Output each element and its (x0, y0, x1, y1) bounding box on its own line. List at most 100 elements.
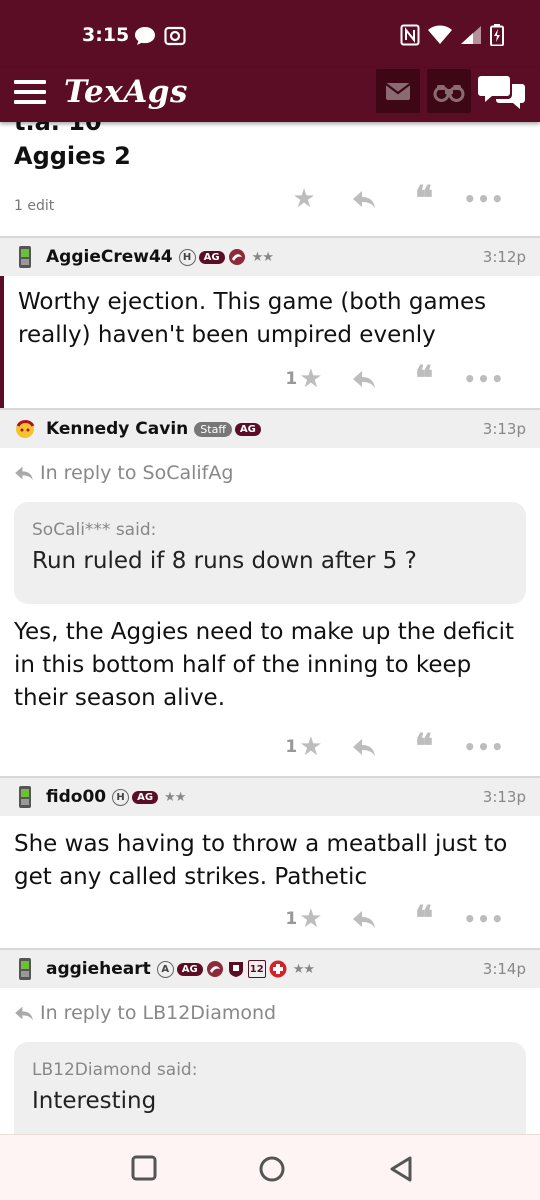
quote-button[interactable]: ❝ (394, 359, 454, 399)
star-icon: ★ (299, 904, 323, 934)
reply-icon (353, 739, 375, 756)
helmet-avatar-icon (16, 420, 35, 438)
status-time: 3:15 (82, 24, 130, 46)
signal-icon (461, 26, 481, 44)
more-icon: ••• (463, 907, 505, 931)
post: aggieheart A AG 12 ★★ 3:14p In reply to … (0, 948, 540, 1134)
username[interactable]: Kennedy Cavin (46, 419, 188, 439)
nfc-icon (400, 24, 420, 46)
quote-block[interactable]: SoCali*** said: Run ruled if 8 runs down… (14, 502, 526, 604)
rating-stars: ★★ (164, 789, 186, 805)
quote-block[interactable]: LB12Diamond said: Interesting (14, 1042, 526, 1134)
like-button[interactable]: 1 ★ (274, 904, 334, 934)
quote-author: LB12Diamond said: (32, 1060, 198, 1080)
medical-cross-badge-icon (269, 960, 287, 978)
ag-badge: AG (234, 422, 261, 436)
username[interactable]: AggieCrew44 (46, 247, 173, 267)
mail-button[interactable] (376, 69, 420, 113)
texags-logo[interactable]: TexAgs (64, 74, 188, 110)
post-text: t.a. 10 (14, 122, 102, 136)
quote-author: SoCali*** said: (32, 520, 157, 540)
h-badge: H (178, 248, 196, 266)
more-icon: ••• (463, 735, 505, 759)
post: AggieCrew44 H AG ★★ 3:12p Worthy ejectio… (0, 236, 540, 408)
rating-stars: ★★ (292, 961, 315, 977)
a-badge: A (156, 960, 174, 978)
phone-avatar-icon (19, 246, 31, 268)
reply-to-text: In reply to LB12Diamond (40, 1002, 277, 1024)
reply-icon (15, 1006, 33, 1021)
more-button[interactable]: ••• (454, 904, 514, 934)
reply-icon (353, 371, 375, 388)
reply-button[interactable] (334, 364, 394, 394)
like-count: 1 (285, 737, 298, 757)
phone-avatar-icon (19, 786, 31, 808)
h-badge: H (112, 788, 130, 806)
post-header: fido00 H AG ★★ 3:13p (0, 778, 540, 816)
post-text: She was having to throw a meatball just … (14, 831, 508, 890)
status-bar: 3:15 (0, 0, 540, 68)
edit-count[interactable]: 1 edit (14, 198, 54, 214)
post-time: 3:13p (482, 420, 526, 438)
like-button[interactable]: ★ (274, 184, 334, 214)
post-actions: ★ ❝ ••• (274, 179, 514, 219)
username[interactable]: aggieheart (46, 959, 151, 979)
rating-stars: ★★ (251, 249, 274, 265)
post: Kennedy Cavin Staff AG 3:13p In reply to… (0, 408, 540, 776)
username[interactable]: fido00 (46, 787, 106, 807)
star-icon: ★ (292, 184, 316, 214)
more-button[interactable]: ••• (454, 732, 514, 762)
post-actions: 1 ★ ❝ ••• (274, 359, 514, 399)
quote-icon: ❝ (414, 359, 434, 399)
post-header: Kennedy Cavin Staff AG 3:13p (0, 410, 540, 448)
more-button[interactable]: ••• (454, 184, 514, 214)
quote-icon: ❝ (414, 727, 434, 767)
post-actions: 1 ★ ❝ ••• (274, 899, 514, 939)
reply-link[interactable]: In reply to LB12Diamond (14, 1002, 526, 1024)
star-icon: ★ (299, 364, 323, 394)
phone-avatar-icon (19, 958, 31, 980)
reply-link[interactable]: In reply to SoCalifAg (14, 462, 526, 484)
menu-icon[interactable] (14, 80, 46, 106)
watch-button[interactable] (427, 69, 471, 113)
reply-icon (353, 911, 375, 928)
mail-icon (385, 83, 411, 100)
reply-icon (15, 466, 33, 481)
screen-record-icon (164, 26, 186, 46)
more-icon: ••• (463, 187, 505, 211)
post-header: AggieCrew44 H AG ★★ 3:12p (0, 238, 540, 276)
staff-badge: Staff (194, 421, 232, 437)
post-actions: 1 ★ ❝ ••• (274, 727, 514, 767)
more-icon: ••• (463, 367, 505, 391)
previous-post: t.a. 10 Aggies 2 1 edit ★ ❝ ••• (0, 122, 540, 236)
post-body: In reply to SoCalifAg SoCali*** said: Ru… (0, 448, 540, 715)
reply-button[interactable] (334, 184, 394, 214)
like-button[interactable]: 1 ★ (274, 364, 334, 394)
shield-badge-icon (228, 962, 243, 977)
like-count: 1 (285, 909, 298, 929)
back-button-icon[interactable] (388, 1155, 414, 1183)
reply-button[interactable] (334, 732, 394, 762)
quote-icon: ❝ (414, 179, 434, 219)
ag-badge: AG (198, 250, 225, 264)
post-header: aggieheart A AG 12 ★★ 3:14p (0, 950, 540, 988)
home-button-icon[interactable] (258, 1155, 286, 1183)
more-button[interactable]: ••• (454, 364, 514, 394)
post-text: Worthy ejection. This game (both games r… (18, 289, 487, 348)
quote-button[interactable]: ❝ (394, 727, 454, 767)
like-button[interactable]: 1 ★ (274, 732, 334, 762)
twelve-badge: 12 (247, 960, 266, 978)
chat-icon[interactable] (478, 72, 526, 112)
thread-content[interactable]: t.a. 10 Aggies 2 1 edit ★ ❝ ••• AggieCre… (0, 122, 540, 1134)
post: fido00 H AG ★★ 3:13p She was having to t… (0, 776, 540, 948)
post-time: 3:13p (482, 788, 526, 806)
app-bar: TexAgs (0, 68, 540, 122)
recents-button-icon[interactable] (131, 1155, 157, 1181)
quote-icon: ❝ (414, 899, 434, 939)
quote-button[interactable]: ❝ (394, 899, 454, 939)
message-notification-icon (135, 27, 155, 45)
reply-button[interactable] (334, 904, 394, 934)
quote-button[interactable]: ❝ (394, 179, 454, 219)
quote-text: Run ruled if 8 runs down after 5 ? (32, 548, 417, 574)
binoculars-icon (433, 85, 465, 102)
